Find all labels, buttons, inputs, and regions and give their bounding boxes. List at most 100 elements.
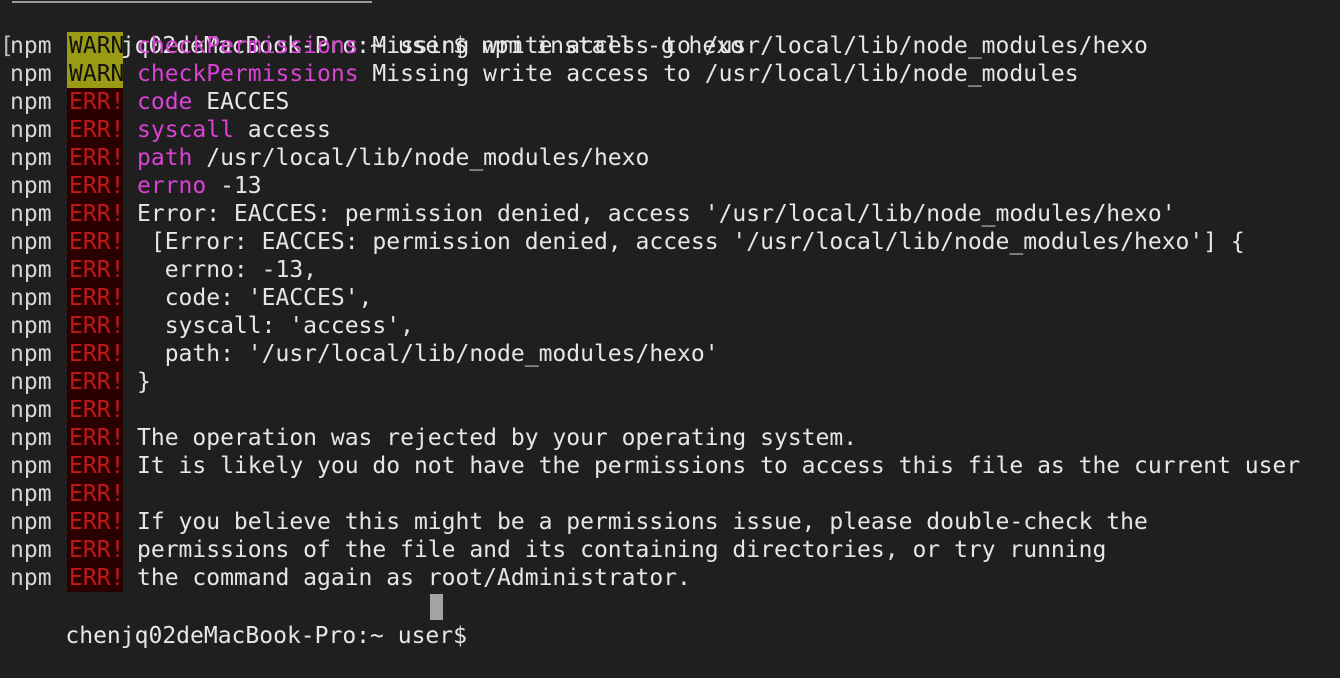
output-line: npm ERR! code EACCES xyxy=(10,88,289,116)
final-prompt: chenjq02deMacBook-Pro:~ user$ xyxy=(65,623,467,649)
output-line: npm ERR! syscall: 'access', xyxy=(10,312,414,340)
message-text: [Error: EACCES: permission denied, acces… xyxy=(137,229,1245,255)
output-line: npm ERR! path: '/usr/local/lib/node_modul… xyxy=(10,340,719,368)
npm-prefix: npm xyxy=(10,481,52,507)
npm-prefix: npm xyxy=(10,145,52,171)
message-text: If you believe this might be a permissio… xyxy=(137,509,1148,535)
message-text: It is likely you do not have the permiss… xyxy=(137,453,1301,479)
err-badge: ERR! xyxy=(67,256,125,284)
text-cursor[interactable] xyxy=(430,594,443,620)
output-line: npm ERR! The operation was rejected by you… xyxy=(10,424,857,452)
message-key: errno xyxy=(137,173,207,199)
message: The operation was rejected by your opera… xyxy=(137,425,857,451)
npm-prefix: npm xyxy=(10,61,52,87)
npm-prefix: npm xyxy=(10,397,52,423)
message-text: code: 'EACCES', xyxy=(137,285,373,311)
output-line: npm ERR! path /usr/local/lib/node_modules/… xyxy=(10,144,649,172)
npm-prefix: npm xyxy=(10,285,52,311)
err-badge: ERR! xyxy=(67,508,125,536)
npm-prefix: npm xyxy=(10,173,52,199)
warn-badge: WARN xyxy=(67,60,125,88)
message-text: access xyxy=(233,117,331,143)
message-key: checkPermissions xyxy=(137,33,359,59)
message-key: syscall xyxy=(137,117,234,143)
message: errno -13 xyxy=(137,173,262,199)
message-key: checkPermissions xyxy=(137,61,359,87)
err-badge: ERR! xyxy=(67,88,125,116)
output-line: npm WARN checkPermissions Missing write ac… xyxy=(10,32,1148,60)
output-line: npm ERR! errno -13 xyxy=(10,172,262,200)
message-text: EACCES xyxy=(192,89,290,115)
message-text: Missing write access to /usr/local/lib/n… xyxy=(358,33,1148,59)
err-badge: ERR! xyxy=(67,536,125,564)
output-line: npm ERR! syscall access xyxy=(10,116,331,144)
message: } xyxy=(137,369,151,395)
err-badge: ERR! xyxy=(67,172,125,200)
npm-prefix: npm xyxy=(10,313,52,339)
npm-prefix: npm xyxy=(10,341,52,367)
npm-prefix: npm xyxy=(10,229,52,255)
output-line: npm ERR! the command again as root/Adminis… xyxy=(10,564,691,592)
message-text: errno: -13, xyxy=(137,257,318,283)
err-badge: ERR! xyxy=(67,116,125,144)
message-text: -13 xyxy=(206,173,262,199)
message: Error: EACCES: permission denied, access… xyxy=(137,201,1176,227)
message-text: /usr/local/lib/node_modules/hexo xyxy=(192,145,650,171)
message: permissions of the file and its containi… xyxy=(137,537,1106,563)
message: If you believe this might be a permissio… xyxy=(137,509,1148,535)
output-line: npm ERR! permissions of the file and its c… xyxy=(10,536,1106,564)
npm-prefix: npm xyxy=(10,369,52,395)
message-text: } xyxy=(137,369,151,395)
message: syscall access xyxy=(137,117,331,143)
err-badge: ERR! xyxy=(67,368,125,396)
npm-prefix: npm xyxy=(10,257,52,283)
message-text: the command again as root/Administrator. xyxy=(137,565,691,591)
message: the command again as root/Administrator. xyxy=(137,565,691,591)
output-line: npm ERR!} xyxy=(10,368,151,396)
message: errno: -13, xyxy=(137,257,317,283)
message-text: The operation was rejected by your opera… xyxy=(137,425,858,451)
err-badge: ERR! xyxy=(67,424,125,452)
message-key: path xyxy=(137,145,193,171)
message-text: Missing write access to /usr/local/lib/n… xyxy=(358,61,1079,87)
message: checkPermissions Missing write access to… xyxy=(137,61,1079,87)
output-line: npm ERR! errno: -13, xyxy=(10,256,317,284)
npm-prefix: npm xyxy=(10,537,52,563)
npm-prefix: npm xyxy=(10,565,52,591)
npm-prefix: npm xyxy=(10,89,52,115)
message: code EACCES xyxy=(137,89,289,115)
npm-prefix: npm xyxy=(10,509,52,535)
err-badge: ERR! xyxy=(67,284,125,312)
message-text: permissions of the file and its containi… xyxy=(137,537,1107,563)
terminal-window[interactable]: [chenjq02deMacBook-Pro:~ user$ npm insta… xyxy=(0,0,1340,649)
message: [Error: EACCES: permission denied, acces… xyxy=(137,229,1245,255)
output-line: npm ERR! xyxy=(10,396,137,424)
final-prompt-line: chenjq02deMacBook-Pro:~ user$ xyxy=(10,594,467,649)
npm-prefix: npm xyxy=(10,453,52,479)
message-text: Error: EACCES: permission denied, access… xyxy=(137,201,1176,227)
output-line: npm ERR! xyxy=(10,480,137,508)
message: It is likely you do not have the permiss… xyxy=(137,453,1300,479)
output-line: npm ERR! It is likely you do not have the … xyxy=(10,452,1300,480)
err-badge: ERR! xyxy=(67,452,125,480)
npm-prefix: npm xyxy=(10,425,52,451)
output-line: npm ERR! [Error: EACCES: permission denie… xyxy=(10,228,1245,256)
message-text: syscall: 'access', xyxy=(137,313,414,339)
message: checkPermissions Missing write access to… xyxy=(137,33,1148,59)
warn-badge: WARN xyxy=(67,32,125,60)
err-badge: ERR! xyxy=(67,312,125,340)
err-badge: ERR! xyxy=(67,228,125,256)
message: path /usr/local/lib/node_modules/hexo xyxy=(137,145,649,171)
output-line: npm WARN checkPermissions Missing write ac… xyxy=(10,60,1079,88)
npm-prefix: npm xyxy=(10,117,52,143)
command-line: [chenjq02deMacBook-Pro:~ user$ npm insta… xyxy=(0,4,744,59)
message: path: '/usr/local/lib/node_modules/hexo' xyxy=(137,341,719,367)
message: syscall: 'access', xyxy=(137,313,414,339)
err-badge: ERR! xyxy=(67,340,125,368)
message-key: code xyxy=(137,89,193,115)
output-line: npm ERR! code: 'EACCES', xyxy=(10,284,372,312)
err-badge: ERR! xyxy=(67,144,125,172)
npm-prefix: npm xyxy=(10,201,52,227)
message-text: path: '/usr/local/lib/node_modules/hexo' xyxy=(137,341,719,367)
message: code: 'EACCES', xyxy=(137,285,373,311)
